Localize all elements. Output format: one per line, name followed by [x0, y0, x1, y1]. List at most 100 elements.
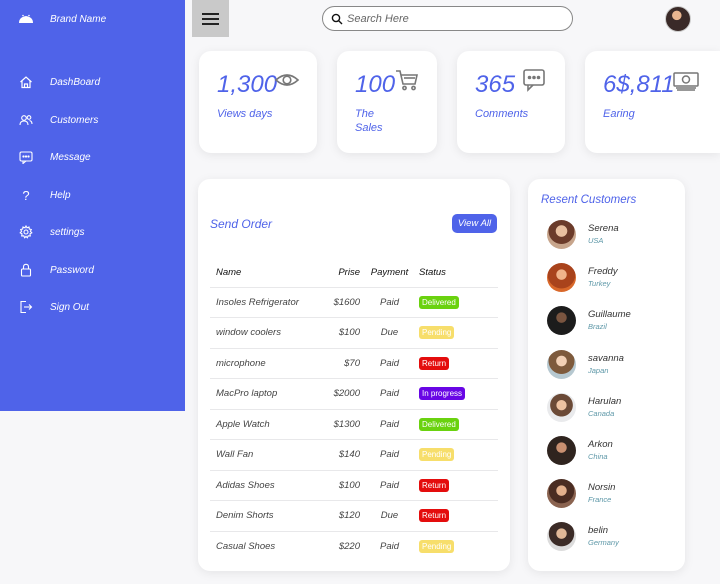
orders-table: Name Prise Payment Status Insoles Refrig…: [210, 259, 498, 562]
order-price: $120: [332, 500, 366, 531]
table-row[interactable]: Insoles Refrigerator $1600 Paid Delivered: [210, 286, 498, 318]
home-icon: [18, 74, 34, 90]
hamburger-icon: [202, 22, 219, 25]
comment-icon: [523, 69, 545, 92]
order-payment: Paid: [366, 408, 413, 440]
menu-toggle-button[interactable]: [192, 0, 229, 37]
customer-name: Arkon: [588, 439, 613, 450]
customer-item[interactable]: savanna Japan: [547, 349, 677, 380]
order-price: $100: [332, 317, 366, 348]
customer-name: Freddy: [588, 266, 618, 278]
status-badge: Pending: [419, 540, 455, 553]
table-row[interactable]: Adidas Shoes $100 Paid Return: [210, 469, 498, 501]
stat-value: 365: [475, 71, 516, 98]
order-status-cell: Pending: [413, 317, 498, 348]
customer-item[interactable]: Serena USA: [547, 220, 677, 250]
order-name: Adidas Shoes: [210, 469, 332, 501]
order-payment: Paid: [366, 439, 413, 470]
customer-country: Brazil: [588, 322, 607, 332]
stat-label: Views days: [217, 108, 273, 120]
sidebar-item-password[interactable]: Password: [0, 255, 185, 285]
customer-avatar: [547, 220, 576, 249]
status-badge: In progress: [419, 387, 466, 401]
customer-name: Guillaume: [588, 309, 631, 321]
order-status-cell: Delivered: [413, 286, 498, 318]
column-header-price: Prise: [338, 267, 360, 279]
orders-table-body: Insoles Refrigerator $1600 Paid Delivered wi…: [210, 286, 498, 562]
order-status-cell: In progress: [413, 378, 498, 409]
user-avatar[interactable]: [665, 6, 691, 32]
sidebar-item-settings[interactable]: settings: [0, 217, 185, 247]
search-input[interactable]: [347, 12, 562, 25]
sidebar-item-message[interactable]: Message: [0, 142, 185, 172]
table-row[interactable]: microphone $70 Paid Return: [210, 347, 498, 379]
order-name: microphone: [210, 347, 332, 379]
customer-item[interactable]: belin Germany: [547, 522, 677, 552]
customer-country: Turkey: [588, 279, 611, 289]
stat-card-earnings: 6$,811 Earing: [585, 51, 720, 153]
sidebar-item-sign-out[interactable]: Sign Out: [0, 292, 185, 322]
column-header-payment: Payment: [370, 267, 409, 279]
brand[interactable]: Brand Name: [0, 4, 185, 34]
message-icon: [18, 149, 34, 165]
order-name: MacPro laptop: [210, 378, 332, 409]
stat-label: Comments: [475, 108, 529, 120]
customer-item[interactable]: Freddy Turkey: [547, 263, 677, 293]
sidebar-item-customers[interactable]: Customers: [0, 105, 185, 135]
customer-name: savanna: [588, 352, 624, 364]
view-all-button[interactable]: View All: [452, 214, 497, 233]
top-bar: [185, 0, 720, 38]
order-payment: Paid: [366, 286, 413, 318]
lock-icon: [18, 262, 34, 278]
customer-item[interactable]: Arkon China: [547, 436, 677, 466]
customer-avatar: [547, 522, 576, 552]
sidebar-item-dashboard[interactable]: DashBoard: [0, 67, 185, 97]
orders-panel: Send Order View All Name Prise Payment S…: [198, 179, 510, 571]
status-badge: Delivered: [419, 417, 459, 431]
table-row[interactable]: Casual Shoes $220 Paid Pending: [210, 530, 498, 562]
sidebar-item-label: Message: [50, 151, 91, 163]
order-name: Denim Shorts: [210, 500, 332, 531]
search-box: [322, 6, 573, 31]
cart-icon: [396, 70, 418, 91]
table-row[interactable]: window coolers $100 Due Pending: [210, 317, 498, 348]
sidebar-item-help[interactable]: ? Help: [0, 180, 185, 210]
table-row[interactable]: Denim Shorts $120 Due Return: [210, 500, 498, 531]
table-row[interactable]: Apple Watch $1300 Paid Delivered: [210, 408, 498, 440]
order-status-cell: Return: [413, 469, 498, 501]
order-status-cell: Pending: [413, 530, 498, 562]
money-icon: [673, 72, 699, 91]
customer-name: Serena: [588, 223, 619, 234]
order-price: $2000: [332, 378, 366, 409]
order-payment: Paid: [366, 347, 413, 379]
order-payment: Due: [366, 500, 413, 531]
brand-name: Brand Name: [50, 13, 107, 25]
customer-item[interactable]: Guillaume Brazil: [547, 306, 677, 336]
customer-country: Germany: [588, 538, 619, 548]
order-name: Apple Watch: [210, 408, 332, 440]
table-row[interactable]: Wall Fan $140 Paid Pending: [210, 439, 498, 470]
sidebar-item-label: Help: [50, 189, 71, 201]
customer-item[interactable]: Harulan Canada: [547, 392, 677, 423]
order-status-cell: Return: [413, 347, 498, 379]
stat-label: The Sales: [355, 108, 383, 134]
customer-name: Norsin: [588, 482, 616, 494]
order-price: $1600: [332, 286, 366, 318]
customer-avatar: [547, 263, 576, 293]
customer-country: Japan: [588, 365, 609, 375]
status-badge: Return: [419, 478, 450, 492]
customer-name: belin: [588, 525, 609, 537]
order-price: $220: [332, 530, 366, 562]
customer-country: France: [588, 495, 612, 505]
table-row[interactable]: MacPro laptop $2000 Paid In progress: [210, 378, 498, 409]
gear-icon: [18, 224, 34, 240]
order-name: Casual Shoes: [210, 530, 332, 562]
customer-item[interactable]: Norsin France: [547, 479, 677, 509]
status-badge: Return: [419, 356, 450, 370]
search-icon: [331, 13, 343, 24]
sidebar-item-label: Password: [50, 264, 94, 276]
stat-card-sales: 100 The Sales: [337, 51, 437, 153]
order-status-cell: Return: [413, 500, 498, 531]
users-icon: [18, 112, 34, 128]
customer-avatar: [547, 479, 576, 509]
